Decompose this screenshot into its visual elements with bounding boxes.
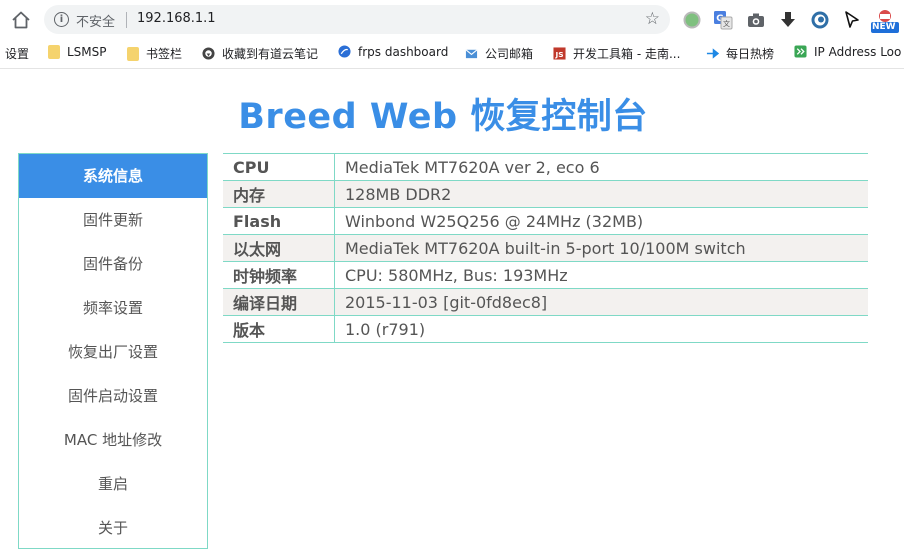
- info-key: 以太网: [223, 234, 335, 262]
- bookmark-item[interactable]: IP Address Loo: [794, 45, 901, 59]
- sidebar-item-frequency-settings[interactable]: 频率设置: [19, 286, 207, 330]
- sidebar-item-firmware-update[interactable]: 固件更新: [19, 198, 207, 242]
- sidebar-item-boot-settings[interactable]: 固件启动设置: [19, 374, 207, 418]
- bookmarks-bar: 设置 LSMSP 书签栏 收藏到有道云笔记 frps dashboard 公司邮…: [0, 38, 904, 69]
- omnibox-divider: [126, 12, 127, 28]
- home-icon[interactable]: [10, 9, 32, 31]
- bookmark-item[interactable]: 收藏到有道云笔记: [202, 45, 318, 62]
- sidebar-item-factory-reset[interactable]: 恢复出厂设置: [19, 330, 207, 374]
- ip-icon: [794, 45, 807, 58]
- sidebar-item-about[interactable]: 关于: [19, 506, 207, 550]
- info-icon[interactable]: i: [54, 12, 69, 27]
- table-row: Flash Winbond W25Q256 @ 24MHz (32MB): [223, 207, 868, 235]
- info-key: 编译日期: [223, 288, 335, 316]
- bookmark-item[interactable]: frps dashboard: [338, 45, 448, 59]
- table-row: 版本 1.0 (r791): [223, 315, 868, 343]
- mail-icon: [465, 49, 478, 59]
- bookmark-label: IP Address Loo: [814, 45, 902, 59]
- bookmark-label: 每日热榜: [726, 47, 775, 61]
- info-value: MediaTek MT7620A built-in 5-port 10/100M…: [334, 234, 868, 262]
- info-key: 版本: [223, 315, 335, 343]
- bookmark-item[interactable]: JS 开发工具箱 - 走南...: [553, 45, 680, 62]
- green-circle-icon[interactable]: [682, 10, 702, 30]
- eye-extension-icon[interactable]: [810, 10, 830, 30]
- table-row: CPU MediaTek MT7620A ver 2, eco 6: [223, 153, 868, 181]
- bookmark-star-icon[interactable]: ☆: [645, 9, 660, 29]
- svg-text:JS: JS: [554, 50, 563, 59]
- folder-icon: [48, 45, 60, 59]
- bookmark-item[interactable]: 设置: [5, 45, 29, 62]
- sidebar-item-reboot[interactable]: 重启: [19, 462, 207, 506]
- cursor-arrow-icon[interactable]: [842, 10, 862, 30]
- info-value: Winbond W25Q256 @ 24MHz (32MB): [334, 207, 868, 235]
- bookmark-label: 收藏到有道云笔记: [222, 47, 319, 61]
- info-value: 128MB DDR2: [334, 180, 868, 208]
- info-key: 时钟频率: [223, 261, 335, 289]
- translate-icon[interactable]: G 文: [713, 10, 733, 30]
- bookmark-label: 公司邮箱: [485, 47, 534, 61]
- js-icon: JS: [553, 47, 566, 60]
- bookmark-label: LSMSP: [67, 45, 107, 59]
- table-row: 编译日期 2015-11-03 [git-0fd8ec8]: [223, 288, 868, 316]
- sidebar-item-firmware-backup[interactable]: 固件备份: [19, 242, 207, 286]
- table-row: 以太网 MediaTek MT7620A built-in 5-port 10/…: [223, 234, 868, 262]
- url-text[interactable]: 192.168.1.1: [137, 11, 216, 26]
- info-value: CPU: 580MHz, Bus: 193MHz: [334, 261, 868, 289]
- youdao-icon: [202, 47, 215, 60]
- bookmark-item[interactable]: LSMSP: [48, 45, 107, 59]
- bookmark-item[interactable]: 公司邮箱: [465, 45, 533, 62]
- system-info-table: CPU MediaTek MT7620A ver 2, eco 6 内存 128…: [223, 153, 868, 343]
- download-arrow-icon[interactable]: [778, 10, 798, 30]
- address-bar[interactable]: i 不安全 192.168.1.1 ☆: [44, 5, 670, 34]
- bookmark-item[interactable]: 每日热榜: [706, 45, 774, 62]
- info-value: 1.0 (r791): [334, 315, 868, 343]
- bookmark-label: 设置: [5, 47, 30, 61]
- page-title: Breed Web 恢复控制台: [238, 97, 648, 137]
- sidebar-item-mac-address[interactable]: MAC 地址修改: [19, 418, 207, 462]
- browser-toolbar: i 不安全 192.168.1.1 ☆ G 文 NEW: [0, 0, 904, 38]
- table-row: 内存 128MB DDR2: [223, 180, 868, 208]
- info-key: 内存: [223, 180, 335, 208]
- info-key: CPU: [223, 153, 335, 181]
- globe-icon: [338, 45, 351, 58]
- bookmark-item[interactable]: 书签栏: [127, 45, 182, 62]
- new-badge-icon[interactable]: NEW: [870, 8, 900, 34]
- arrow-icon: [706, 48, 719, 59]
- new-badge-text: NEW: [872, 22, 896, 32]
- info-value: MediaTek MT7620A ver 2, eco 6: [334, 153, 868, 181]
- folder-icon: [127, 47, 139, 61]
- table-row: 时钟频率 CPU: 580MHz, Bus: 193MHz: [223, 261, 868, 289]
- svg-text:文: 文: [723, 19, 730, 28]
- security-label[interactable]: 不安全: [76, 11, 115, 30]
- sidebar-item-system-info[interactable]: 系统信息: [19, 154, 207, 198]
- sidebar-nav: 系统信息 固件更新 固件备份 频率设置 恢复出厂设置 固件启动设置 MAC 地址…: [18, 153, 208, 549]
- bookmark-label: frps dashboard: [358, 45, 449, 59]
- info-key: Flash: [223, 207, 335, 235]
- camera-icon[interactable]: [746, 10, 766, 30]
- bookmark-label: 书签栏: [146, 47, 183, 61]
- bookmark-label: 开发工具箱 - 走南...: [573, 47, 681, 61]
- info-value: 2015-11-03 [git-0fd8ec8]: [334, 288, 868, 316]
